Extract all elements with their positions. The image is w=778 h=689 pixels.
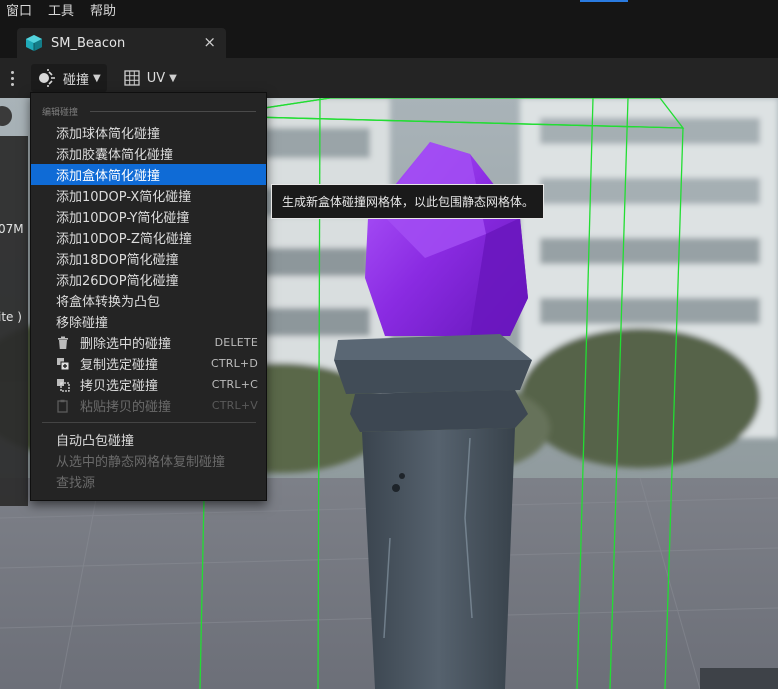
- chevron-down-icon: ▼: [93, 72, 101, 84]
- collision-icon: [39, 69, 55, 87]
- uv-label: UV: [146, 70, 166, 86]
- menu-item-label: 拷贝选定碰撞: [80, 379, 159, 394]
- menu-divider: [42, 422, 256, 423]
- tab-title: SM_Beacon: [51, 35, 126, 51]
- menu-item-copy-selected[interactable]: 拷贝选定碰撞 CTRL+C: [31, 374, 266, 395]
- tab-sm-beacon[interactable]: SM_Beacon ×: [17, 28, 226, 58]
- more-options-icon[interactable]: [1, 70, 23, 86]
- details-panel-edge: 07M ite ): [0, 136, 28, 506]
- menu-tools[interactable]: 工具: [40, 0, 82, 24]
- menu-item-duplicate-selected[interactable]: 复制选定碰撞 CTRL+D: [31, 353, 266, 374]
- menu-item-label: 添加18DOP简化碰撞: [56, 253, 179, 268]
- main-menubar: 窗口 工具 帮助: [0, 0, 778, 24]
- menu-item-label: 粘贴拷贝的碰撞: [80, 400, 172, 415]
- menu-item-add-26dop[interactable]: 添加26DOP简化碰撞: [31, 269, 266, 290]
- menu-item-paste-copied[interactable]: 粘贴拷贝的碰撞 CTRL+V: [31, 395, 266, 416]
- document-tab-strip: SM_Beacon ×: [0, 24, 778, 58]
- chevron-down-icon: ▼: [169, 72, 177, 84]
- menu-item-label: 移除碰撞: [56, 316, 109, 331]
- menu-item-add-10dop-x[interactable]: 添加10DOP-X简化碰撞: [31, 185, 266, 206]
- duplicate-icon: [57, 357, 70, 370]
- panel-fragment-text: 07M: [0, 222, 24, 236]
- menu-item-label: 添加胶囊体简化碰撞: [56, 148, 174, 163]
- uv-menu-button[interactable]: UV ▼: [117, 64, 183, 92]
- menu-item-label: 复制选定碰撞: [80, 358, 159, 373]
- menu-section-edit-collision: 编辑碰撞: [42, 105, 256, 118]
- menu-item-label: 自动凸包碰撞: [56, 434, 135, 449]
- menu-item-copy-from-selected-mesh[interactable]: 从选中的静态网格体复制碰撞: [31, 450, 266, 471]
- menu-item-label: 添加10DOP-Z简化碰撞: [56, 232, 192, 247]
- shortcut-label: CTRL+V: [211, 399, 258, 412]
- menu-item-add-10dop-z[interactable]: 添加10DOP-Z简化碰撞: [31, 227, 266, 248]
- menu-item-label: 添加盒体简化碰撞: [56, 169, 161, 184]
- trash-icon: [58, 336, 68, 349]
- menu-item-find-source[interactable]: 查找源: [31, 471, 266, 492]
- collision-dropdown-menu: 编辑碰撞 添加球体简化碰撞 添加胶囊体简化碰撞 添加盒体简化碰撞 添加10DOP…: [30, 92, 267, 501]
- menu-item-add-10dop-y[interactable]: 添加10DOP-Y简化碰撞: [31, 206, 266, 227]
- menu-item-convert-box-to-convex[interactable]: 将盒体转换为凸包: [31, 290, 266, 311]
- paste-icon: [57, 399, 68, 413]
- menu-item-label: 添加10DOP-X简化碰撞: [56, 190, 192, 205]
- shortcut-label: DELETE: [214, 336, 258, 349]
- panel-fragment-text: ite ): [0, 310, 22, 324]
- menu-item-add-capsule[interactable]: 添加胶囊体简化碰撞: [31, 143, 266, 164]
- menu-window[interactable]: 窗口: [0, 0, 40, 24]
- accent-strip: [580, 0, 628, 2]
- menu-item-tooltip: 生成新盒体碰撞网格体，以此包围静态网格体。: [271, 184, 544, 219]
- collision-menu-button[interactable]: 碰撞 ▼: [31, 64, 107, 92]
- collision-label: 碰撞: [63, 72, 90, 88]
- tooltip-text: 生成新盒体碰撞网格体，以此包围静态网格体。: [282, 195, 535, 209]
- menu-item-label: 删除选中的碰撞: [80, 337, 172, 352]
- uv-grid-icon: [124, 70, 140, 86]
- menu-item-label: 将盒体转换为凸包: [56, 295, 161, 310]
- menu-item-label: 添加球体简化碰撞: [56, 127, 161, 142]
- menu-item-label: 查找源: [56, 476, 96, 491]
- section-divider: [90, 110, 256, 112]
- menu-item-label: 添加10DOP-Y简化碰撞: [56, 211, 190, 226]
- menu-item-auto-convex[interactable]: 自动凸包碰撞: [31, 429, 266, 450]
- menu-item-add-box[interactable]: 添加盒体简化碰撞: [31, 164, 266, 185]
- menu-item-remove-collision[interactable]: 移除碰撞: [31, 311, 266, 332]
- static-mesh-icon: [26, 35, 42, 51]
- menu-item-add-sphere[interactable]: 添加球体简化碰撞: [31, 122, 266, 143]
- shortcut-label: CTRL+D: [210, 357, 258, 370]
- copy-icon: [57, 378, 70, 392]
- menu-item-label: 从选中的静态网格体复制碰撞: [56, 455, 226, 470]
- menu-help[interactable]: 帮助: [82, 0, 124, 24]
- menu-item-delete-selected[interactable]: 删除选中的碰撞 DELETE: [31, 332, 266, 353]
- shortcut-label: CTRL+C: [211, 378, 258, 391]
- close-icon[interactable]: ×: [203, 33, 216, 51]
- section-title: 编辑碰撞: [42, 107, 79, 118]
- menu-item-add-18dop[interactable]: 添加18DOP简化碰撞: [31, 248, 266, 269]
- menu-item-label: 添加26DOP简化碰撞: [56, 274, 179, 289]
